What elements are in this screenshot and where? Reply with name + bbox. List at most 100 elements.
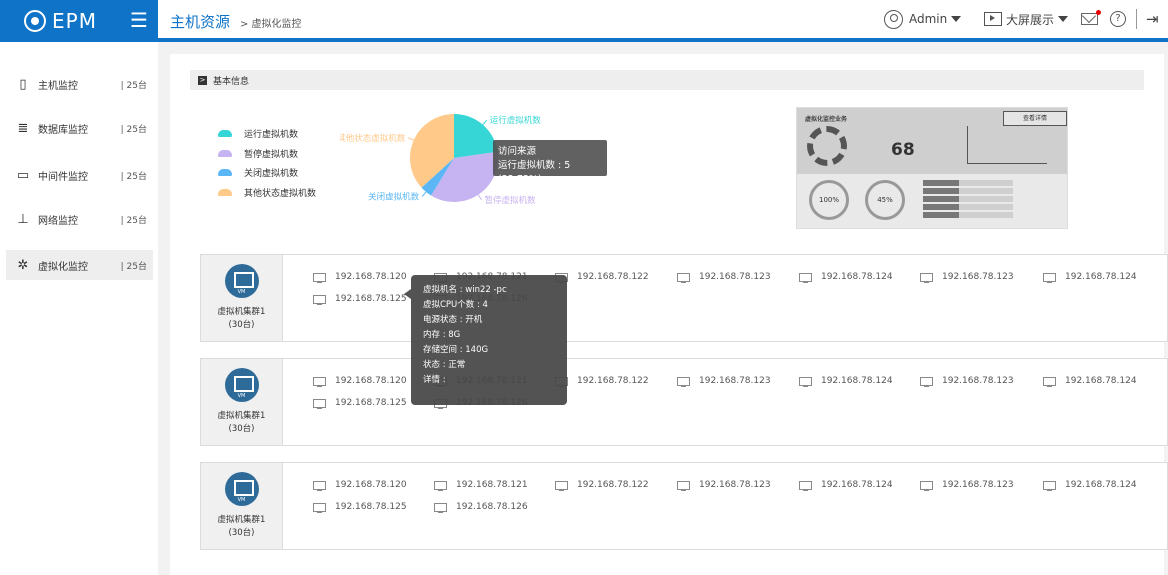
- vm-cluster: VM 虚拟机集群1 (30台) 192.168.78.120 192.168.78.12…: [200, 254, 1168, 342]
- user-name: Admin: [909, 12, 948, 26]
- cluster-count: (30台): [228, 528, 255, 538]
- user-menu[interactable]: Admin: [884, 8, 962, 30]
- sidebar-item-middleware[interactable]: ▭ 中间件监控 | 25台: [6, 160, 153, 190]
- monitor-icon: [1043, 376, 1056, 387]
- monitor-icon: [313, 272, 326, 283]
- cluster-summary[interactable]: VM 虚拟机集群1 (30台): [201, 359, 283, 445]
- vm-host-item[interactable]: 192.168.78.124: [799, 478, 893, 492]
- vm-host-item[interactable]: 192.168.78.123: [920, 270, 1014, 284]
- logout-button[interactable]: ⇥: [1146, 8, 1159, 30]
- chart-legend: 运行虚拟机数 暂停虚拟机数 关闭虚拟机数 其他状态虚拟机数: [218, 124, 316, 202]
- host-ip: 192.168.78.123: [699, 272, 771, 282]
- vm-host-item[interactable]: 192.168.78.124: [1043, 478, 1137, 492]
- monitor-icon: [677, 272, 690, 283]
- cluster-name: 虚拟机集群1 (30台): [218, 514, 266, 540]
- sidebar-item-label: 主机监控: [38, 80, 78, 92]
- host-ip: 192.168.78.123: [942, 272, 1014, 282]
- hamburger-icon[interactable]: ☰: [130, 8, 148, 32]
- sidebar-item-label: 数据库监控: [38, 124, 88, 136]
- big-screen-label: 大屏展示: [1006, 12, 1055, 27]
- host-ip: 192.168.78.124: [821, 376, 893, 386]
- sidebar-item-count: | 25台: [120, 80, 147, 91]
- pie-label-line: [477, 194, 482, 201]
- host-ip: 192.168.78.123: [942, 376, 1014, 386]
- host-ip: 192.168.78.125: [335, 398, 407, 408]
- thumbnail-circle: 45%: [865, 180, 905, 220]
- legend-item[interactable]: 运行虚拟机数: [218, 124, 316, 144]
- cluster-summary[interactable]: VM 虚拟机集群1 (30台): [201, 255, 283, 341]
- section-title: 基本信息: [213, 76, 250, 87]
- vm-host-item[interactable]: 192.168.78.120: [313, 270, 407, 284]
- monitor-icon: [555, 480, 568, 491]
- pie-slice-label: 关闭虚拟机数: [368, 192, 420, 203]
- pie-tooltip-title: 访问来源: [498, 146, 537, 157]
- pie-label-line: [408, 137, 414, 141]
- breadcrumb[interactable]: > 虚拟化监控: [240, 15, 302, 30]
- vm-icon: VM: [224, 472, 259, 506]
- vm-host-item[interactable]: 192.168.78.124: [799, 374, 893, 388]
- middleware-icon: ▭: [16, 167, 30, 183]
- mail-button[interactable]: [1081, 8, 1101, 30]
- vm-host-item[interactable]: 192.168.78.122: [555, 270, 649, 284]
- sidebar-item-virtualization[interactable]: ✲ 虚拟化监控 | 25台: [6, 250, 153, 280]
- vm-host-item[interactable]: 192.168.78.120: [313, 374, 407, 388]
- vm-host-item[interactable]: 192.168.78.121: [434, 478, 528, 492]
- page-title: 主机资源: [170, 13, 231, 31]
- epm-logo-icon: [24, 10, 46, 32]
- big-screen-menu[interactable]: 大屏展示: [984, 8, 1069, 30]
- vm-host-item[interactable]: 192.168.78.126: [434, 500, 528, 514]
- host-ip: 192.168.78.125: [335, 502, 407, 512]
- vm-host-item[interactable]: 192.168.78.125: [313, 396, 407, 410]
- section-header[interactable]: > 基本信息: [190, 70, 1144, 90]
- vm-host-item[interactable]: 192.168.78.125: [313, 292, 407, 306]
- chevron-down-icon: [1058, 16, 1069, 22]
- sidebar-item-label: 网络监控: [38, 215, 78, 227]
- vm-host-item[interactable]: 192.168.78.125: [313, 500, 407, 514]
- sidebar-item-count: | 25台: [120, 215, 147, 226]
- monitor-icon: [1043, 272, 1056, 283]
- server-icon: ▯: [19, 76, 27, 92]
- sidebar-item-network[interactable]: ⊥ 网络监控 | 25台: [6, 204, 153, 234]
- vm-host-item[interactable]: 192.168.78.123: [677, 270, 771, 284]
- monitor-icon: [920, 376, 933, 387]
- monitor-icon: [313, 398, 326, 409]
- pie-tooltip-line: 运行虚拟机数 : 5 (22.73%): [498, 160, 571, 185]
- vm-host-item[interactable]: 192.168.78.123: [677, 374, 771, 388]
- help-button[interactable]: ?: [1110, 8, 1126, 30]
- legend-item[interactable]: 关闭虚拟机数: [218, 163, 316, 183]
- vm-cluster: VM 虚拟机集群1 (30台) 192.168.78.120 192.168.78.12…: [200, 462, 1168, 550]
- cluster-summary[interactable]: VM 虚拟机集群1 (30台): [201, 463, 283, 549]
- legend-label: 其他状态虚拟机数: [244, 188, 317, 199]
- vm-host-item[interactable]: 192.168.78.124: [1043, 270, 1137, 284]
- vm-host-item[interactable]: 192.168.78.124: [1043, 374, 1137, 388]
- thumbnail-axis: [967, 126, 1047, 164]
- legend-item[interactable]: 其他状态虚拟机数: [218, 183, 316, 203]
- vm-host-item[interactable]: 192.168.78.122: [555, 374, 649, 388]
- cluster-title: 虚拟机集群1: [217, 411, 266, 421]
- vm-tooltip: 虚拟机名 : win22 -pc 虚拟CPU个数 : 4 电源状态 : 开机 内…: [404, 275, 567, 405]
- monitor-icon: [1043, 480, 1056, 491]
- sidebar-item-database[interactable]: ≣ 数据库监控 | 25台: [6, 113, 153, 143]
- vm-icon: VM: [224, 368, 259, 402]
- host-ip: 192.168.78.120: [335, 480, 407, 490]
- thumbnail-lines: [923, 178, 1013, 220]
- vm-tooltip-line: 电源状态 : 开机: [423, 315, 483, 325]
- legend-item[interactable]: 暂停虚拟机数: [218, 144, 316, 164]
- monitor-icon: [799, 376, 812, 387]
- content-panel: > 基本信息 运行虚拟机数 暂停虚拟机数 关闭虚拟机数 其他状态虚拟机数 运行虚…: [170, 54, 1168, 575]
- vm-host-item[interactable]: 192.168.78.124: [799, 270, 893, 284]
- vm-host-item[interactable]: 192.168.78.120: [313, 478, 407, 492]
- vm-host-item[interactable]: 192.168.78.123: [677, 478, 771, 492]
- dashboard-thumbnail[interactable]: 虚拟化监控业务 68 查看详情 100% 45%: [796, 107, 1068, 229]
- sidebar-item-host[interactable]: ▯ 主机监控 | 25台: [6, 69, 153, 99]
- cluster-title: 虚拟机集群1: [217, 307, 266, 317]
- host-ip: 192.168.78.124: [1065, 272, 1137, 282]
- host-ip: 192.168.78.126: [456, 502, 528, 512]
- sidebar-item-count: | 25台: [120, 171, 147, 182]
- monitor-icon: [434, 502, 447, 513]
- vm-host-item[interactable]: 192.168.78.122: [555, 478, 649, 492]
- vm-host-item[interactable]: 192.168.78.123: [920, 478, 1014, 492]
- vm-host-item[interactable]: 192.168.78.123: [920, 374, 1014, 388]
- sidebar-item-count: | 25台: [120, 261, 147, 272]
- monitor-icon: [677, 376, 690, 387]
